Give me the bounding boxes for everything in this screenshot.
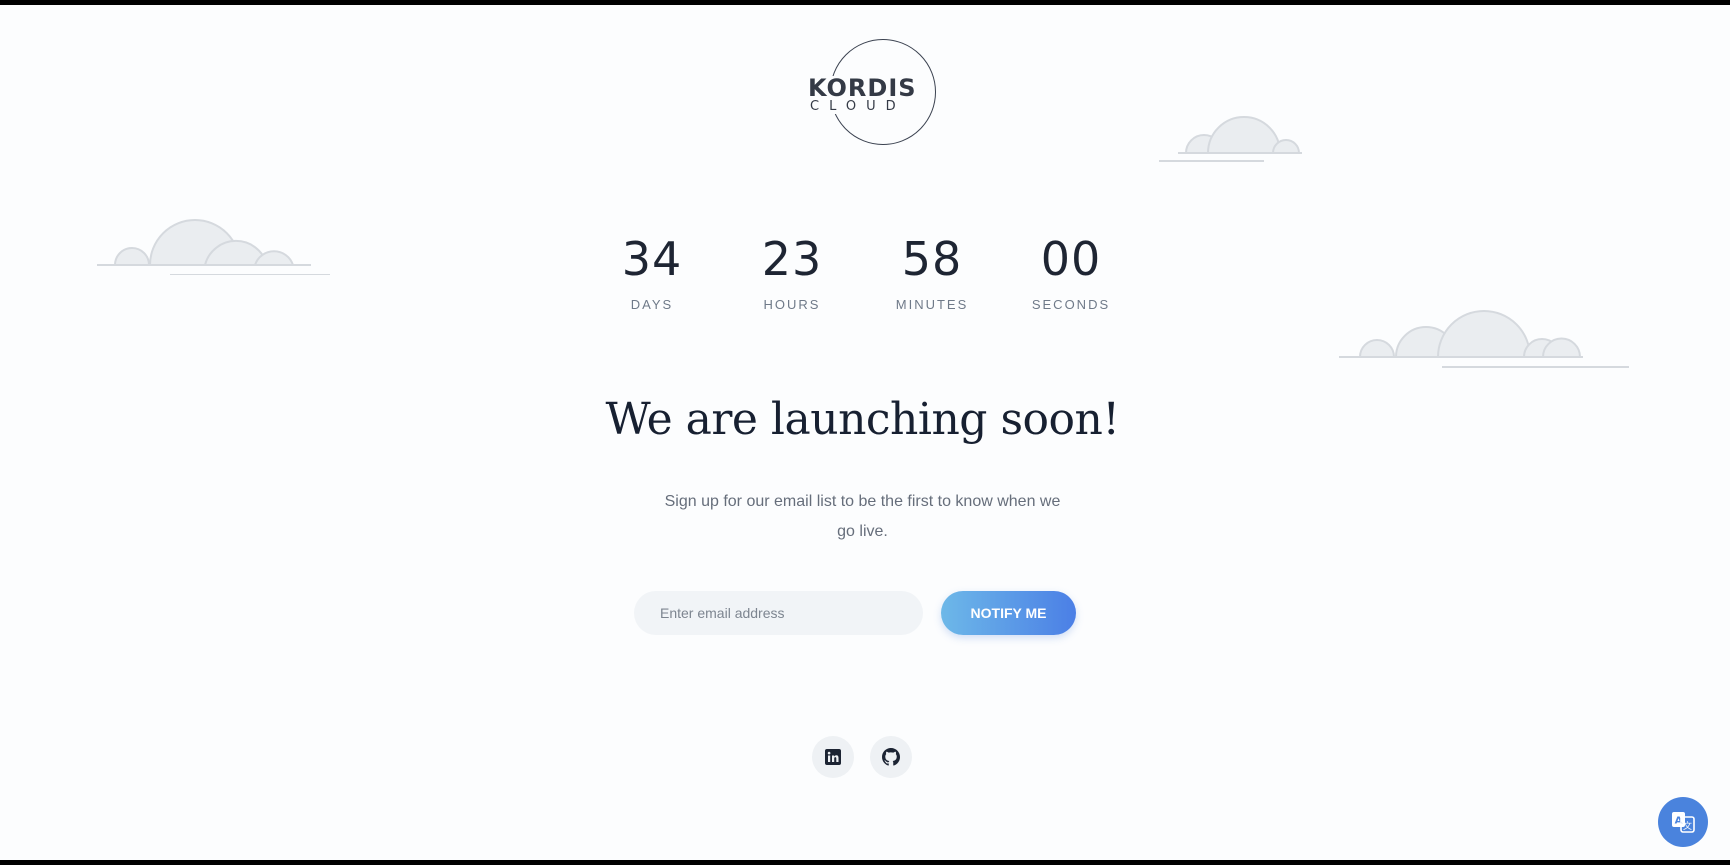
hours-value: 23 xyxy=(761,232,823,286)
minutes-value: 58 xyxy=(901,232,963,286)
logo-tagline: CLOUD xyxy=(810,99,906,114)
countdown-seconds: 00 SECONDS xyxy=(1001,233,1141,312)
page-subtitle: Sign up for our email list to be the fir… xyxy=(664,493,1061,540)
countdown-days: 34 DAYS xyxy=(582,233,722,312)
notify-me-button[interactable]: NOTIFY ME xyxy=(941,591,1076,635)
github-icon xyxy=(882,748,900,766)
email-field[interactable] xyxy=(634,591,923,635)
countdown-timer: 34 DAYS 23 HOURS 58 MINUTES 00 SECONDS xyxy=(0,233,1730,323)
brand-logo[interactable]: KORDIS CLOUD xyxy=(808,39,938,151)
seconds-label: SECONDS xyxy=(1031,297,1111,312)
countdown-hours: 23 HOURS xyxy=(722,233,862,312)
minutes-label: MINUTES xyxy=(895,297,969,312)
days-label: DAYS xyxy=(630,297,674,312)
seconds-value: 00 xyxy=(1040,232,1102,286)
countdown-minutes: 58 MINUTES xyxy=(862,233,1002,312)
linkedin-icon xyxy=(825,749,841,765)
linkedin-link[interactable] xyxy=(812,736,854,778)
translate-button[interactable]: A 文 xyxy=(1658,797,1708,847)
cloud-illustration-top-right xyxy=(1159,116,1302,162)
svg-text:文: 文 xyxy=(1683,820,1692,832)
translate-icon: A 文 xyxy=(1672,812,1695,833)
hours-label: HOURS xyxy=(763,297,821,312)
page-title: We are launching soon! xyxy=(605,394,1120,445)
days-value: 34 xyxy=(621,232,683,286)
page: KORDIS CLOUD 34 DAYS 23 HOURS 58 MINUTES… xyxy=(0,5,1730,860)
github-link[interactable] xyxy=(870,736,912,778)
logo-name: KORDIS xyxy=(808,74,919,102)
